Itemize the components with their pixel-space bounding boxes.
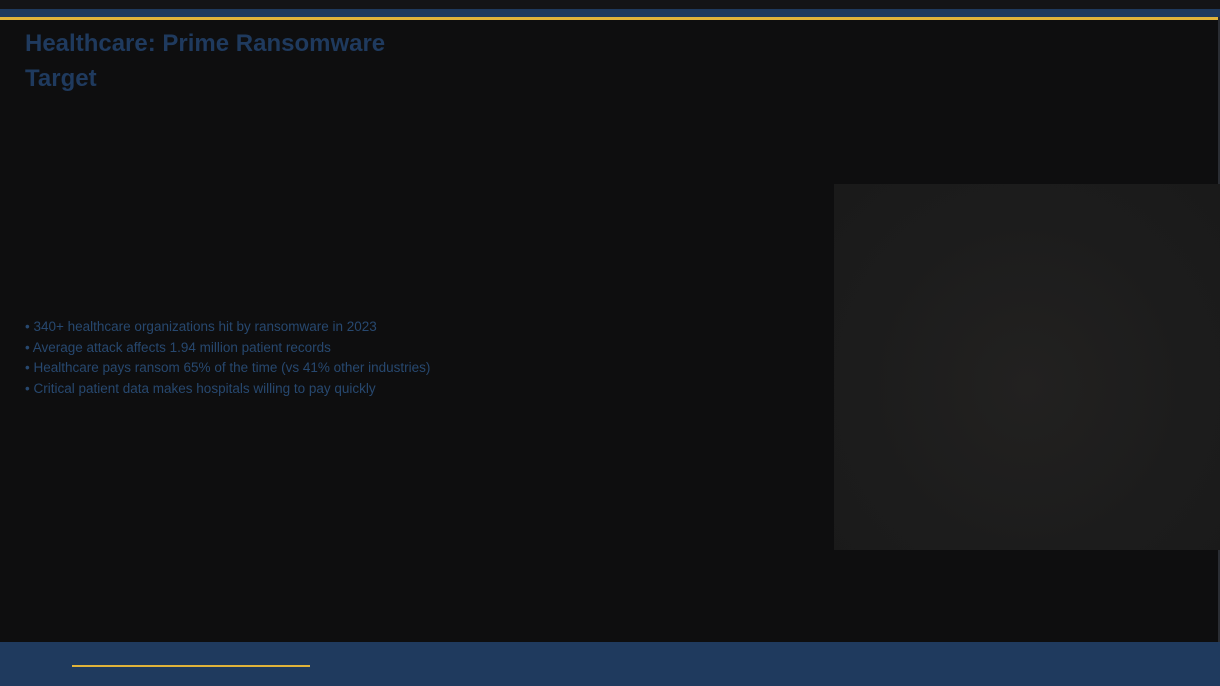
bullet-item: • Average attack affects 1.94 million pa… [25,339,331,355]
bullet-item: • 340+ healthcare organizations hit by r… [25,319,377,334]
bullet-item: • Healthcare pays ransom 65% of the time… [25,360,431,375]
top-gold-line [0,17,1220,20]
image-placeholder [834,184,1220,550]
slide: Healthcare: Prime Ransomware Target • 34… [0,0,1220,686]
top-accent-stripe [0,9,1220,17]
footer-bar [0,642,1220,686]
footer-gold-line [72,665,310,667]
bullet-list: • 340+ healthcare organizations hit by r… [25,317,430,399]
top-bar [0,0,1220,9]
bullet-item: • Critical patient data makes hospitals … [25,380,376,396]
slide-title: Healthcare: Prime Ransomware Target [25,30,386,92]
